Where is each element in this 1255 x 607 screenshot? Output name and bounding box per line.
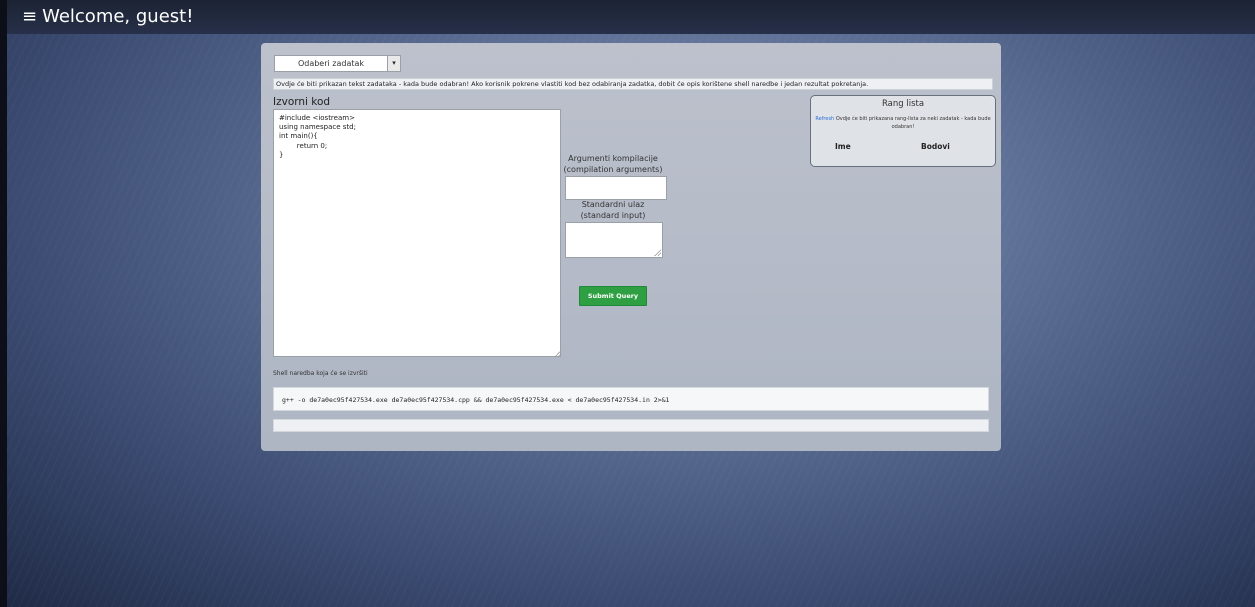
compile-args-label: Argumenti kompilacije (compilation argum… bbox=[561, 153, 665, 175]
task-select[interactable]: Odaberi zadatak ▾ bbox=[274, 55, 401, 72]
stdin-label-line1: Standardni ulaz bbox=[581, 200, 645, 209]
stdin-label: Standardni ulaz (standard input) bbox=[561, 199, 665, 221]
compile-args-label-line1: Argumenti kompilacije bbox=[568, 154, 658, 163]
submit-button[interactable]: Submit Query bbox=[579, 286, 647, 306]
ranking-col-name: Ime bbox=[835, 142, 851, 151]
top-bar: ≡ Welcome, guest! bbox=[7, 0, 1255, 34]
source-code-label: Izvorni kod bbox=[273, 96, 331, 108]
run-result bbox=[273, 419, 989, 432]
ranking-message-text: Ovdje će biti prikazana rang-lista za ne… bbox=[835, 116, 991, 130]
refresh-link[interactable]: Refresh bbox=[815, 116, 834, 122]
resize-grip-icon[interactable] bbox=[554, 350, 561, 357]
hamburger-icon[interactable]: ≡ bbox=[22, 6, 37, 28]
left-edge bbox=[0, 0, 7, 607]
shell-command: g++ -o de7a0ec95f427534.exe de7a0ec95f42… bbox=[273, 387, 989, 411]
ranking-col-points: Bodovi bbox=[921, 142, 950, 151]
source-code-editor[interactable]: #include <iostream> using namespace std;… bbox=[273, 109, 561, 357]
welcome-title: Welcome, guest! bbox=[42, 6, 194, 27]
task-description: Ovdje će biti prikazan tekst zadataka - … bbox=[273, 78, 993, 90]
task-select-value: Odaberi zadatak bbox=[297, 59, 365, 68]
stdin-textarea[interactable] bbox=[565, 222, 663, 258]
main-panel: Odaberi zadatak ▾ Ovdje će biti prikazan… bbox=[261, 43, 1001, 451]
compile-args-label-line2: (compilation arguments) bbox=[563, 165, 663, 174]
ranking-box: Rang lista Refresh Ovdje će biti prikaza… bbox=[810, 95, 996, 167]
chevron-down-icon[interactable]: ▾ bbox=[387, 56, 400, 71]
stdin-label-line2: (standard input) bbox=[580, 211, 646, 220]
ranking-message: Refresh Ovdje će biti prikazana rang-lis… bbox=[813, 116, 993, 131]
resize-grip-icon[interactable] bbox=[654, 249, 661, 256]
compile-args-input[interactable] bbox=[565, 176, 667, 200]
shell-command-label: Shell naredba koja će se izvršiti bbox=[273, 370, 368, 377]
menu-toggle[interactable]: ≡ Welcome, guest! bbox=[22, 6, 193, 28]
ranking-title: Rang lista bbox=[881, 99, 925, 109]
